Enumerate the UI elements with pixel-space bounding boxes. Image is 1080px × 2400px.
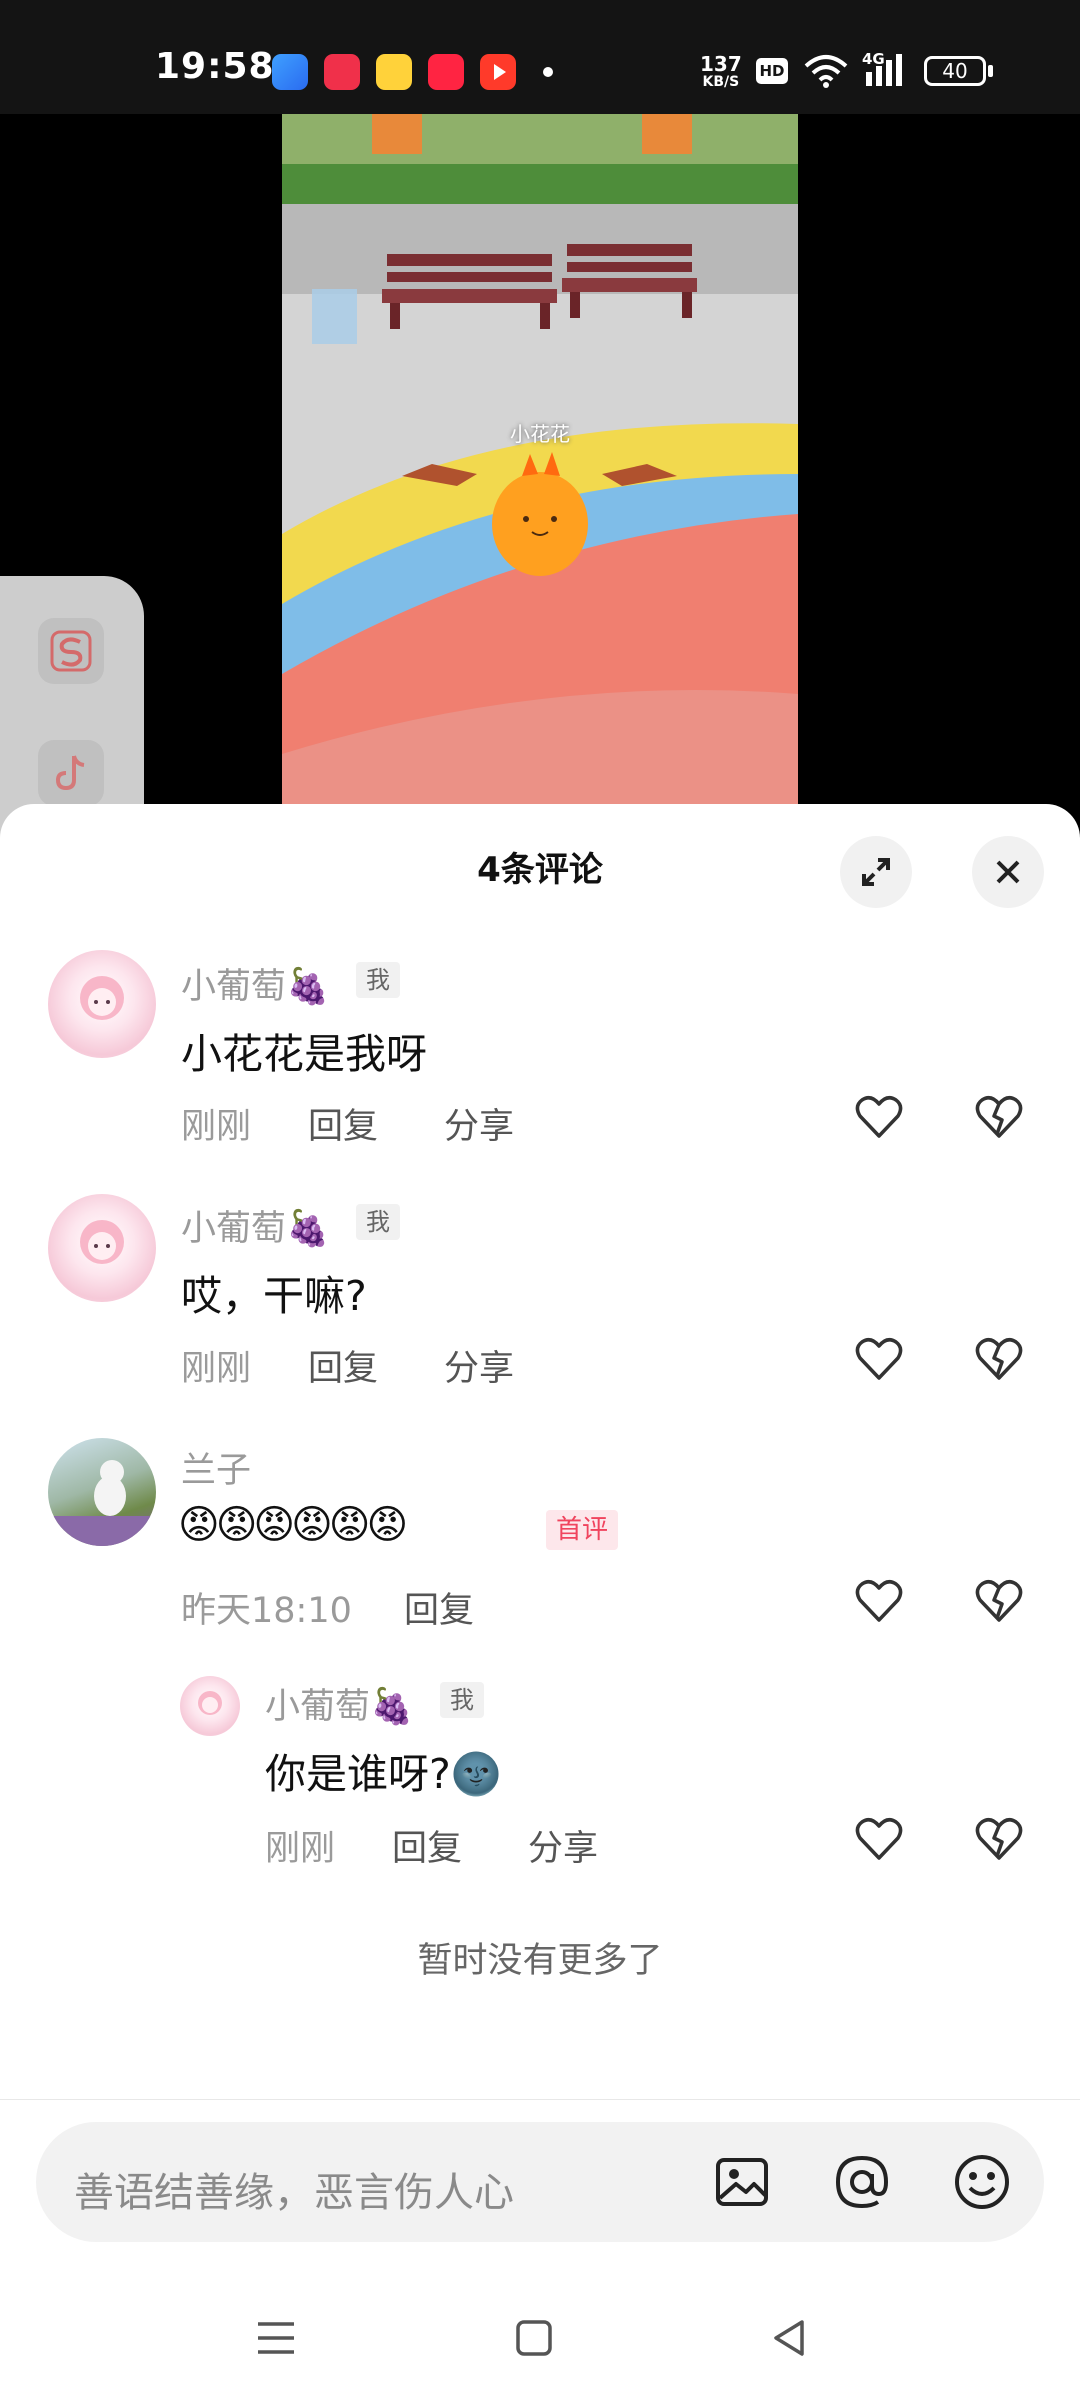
character-name-label: 小花花 bbox=[510, 422, 570, 446]
expand-icon bbox=[862, 858, 890, 886]
comment-text[interactable]: 哎，干嘛? bbox=[181, 1262, 367, 1322]
xiaohongshu-icon bbox=[428, 54, 464, 90]
share-button[interactable]: 分享 bbox=[444, 1340, 514, 1391]
signal-icon: 4G bbox=[860, 50, 908, 90]
app-shortcut-s[interactable] bbox=[38, 618, 104, 684]
reply-button[interactable]: 回复 bbox=[392, 1820, 462, 1871]
comment-username[interactable]: 小葡萄🍇 bbox=[181, 958, 330, 1009]
like-heart-icon[interactable] bbox=[852, 1332, 906, 1386]
status-time: 19:58 bbox=[155, 46, 275, 87]
avatar[interactable] bbox=[48, 1438, 156, 1546]
comment-time: 刚刚 bbox=[181, 1349, 252, 1389]
share-button[interactable]: 分享 bbox=[444, 1098, 514, 1149]
comment-text[interactable]: 你是谁呀?🌚 bbox=[265, 1740, 502, 1800]
comment-username[interactable]: 兰子 bbox=[181, 1442, 251, 1493]
s-logo-icon bbox=[50, 630, 92, 672]
me-tag: 我 bbox=[356, 1204, 400, 1240]
mention-at-icon[interactable] bbox=[832, 2152, 892, 2212]
comment-time: 刚刚 bbox=[181, 1107, 252, 1147]
wifi-icon bbox=[804, 55, 848, 88]
like-heart-icon[interactable] bbox=[852, 1574, 906, 1628]
avatar[interactable] bbox=[48, 950, 156, 1058]
avatar[interactable] bbox=[180, 1676, 240, 1736]
video-app-icon bbox=[480, 54, 516, 90]
emoji-icon[interactable] bbox=[952, 2152, 1012, 2212]
reply-button[interactable]: 回复 bbox=[308, 1340, 378, 1391]
me-tag: 我 bbox=[440, 1682, 484, 1718]
reply-button[interactable]: 回复 bbox=[404, 1582, 474, 1633]
battery-icon: 40 bbox=[924, 56, 986, 86]
no-more-comments: 暂时没有更多了 bbox=[417, 1941, 663, 1981]
comment-time: 刚刚 bbox=[265, 1829, 336, 1869]
comment-input-placeholder: 善语结善缘，恶言伤人心 bbox=[74, 2170, 514, 2216]
dislike-broken-heart-icon[interactable] bbox=[972, 1812, 1026, 1866]
comment-text[interactable]: 小花花是我呀 bbox=[181, 1020, 427, 1080]
dislike-broken-heart-icon[interactable] bbox=[972, 1090, 1026, 1144]
app-notification-icon bbox=[272, 54, 308, 90]
home-nav-icon[interactable] bbox=[510, 2314, 558, 2362]
dislike-broken-heart-icon[interactable] bbox=[972, 1332, 1026, 1386]
comment-username[interactable]: 小葡萄🍇 bbox=[265, 1678, 414, 1729]
music-app-icon bbox=[324, 54, 360, 90]
app-shortcut-tiktok[interactable] bbox=[38, 740, 104, 806]
back-nav-icon[interactable] bbox=[766, 2314, 814, 2362]
shopping-app-icon bbox=[376, 54, 412, 90]
share-button[interactable]: 分享 bbox=[528, 1820, 598, 1871]
menu-nav-icon[interactable] bbox=[252, 2314, 300, 2362]
first-comment-tag: 首评 bbox=[546, 1510, 619, 1550]
like-heart-icon[interactable] bbox=[852, 1812, 906, 1866]
reply-button[interactable]: 回复 bbox=[308, 1098, 378, 1149]
expand-button[interactable] bbox=[840, 836, 912, 908]
comments-title: 4条评论 bbox=[477, 850, 603, 890]
comment-username[interactable]: 小葡萄🍇 bbox=[181, 1200, 330, 1251]
close-button[interactable] bbox=[972, 836, 1044, 908]
comment-input[interactable]: 善语结善缘，恶言伤人心 bbox=[36, 2122, 1044, 2242]
video-player[interactable]: 小花花 bbox=[0, 114, 1080, 804]
dislike-broken-heart-icon[interactable] bbox=[972, 1574, 1026, 1628]
close-icon bbox=[996, 860, 1020, 884]
tiktok-icon bbox=[55, 755, 85, 791]
hd-icon: HD bbox=[756, 58, 788, 84]
avatar[interactable] bbox=[48, 1194, 156, 1302]
more-notifications-dot bbox=[543, 67, 553, 77]
comment-text[interactable]: 😡😡😡😡😡😡 bbox=[178, 1502, 408, 1548]
network-speed: 137 KB/S bbox=[700, 52, 742, 90]
comment-time: 昨天18:10 bbox=[181, 1591, 352, 1631]
game-scene: 小花花 bbox=[282, 114, 798, 804]
me-tag: 我 bbox=[356, 962, 400, 998]
input-divider bbox=[0, 2099, 1080, 2100]
status-bar: 19:58 137 KB/S HD 4G 40 bbox=[0, 0, 1080, 114]
comments-sheet: 4条评论 小葡萄🍇 我 小花花是我呀 刚刚 回复 分享 小葡萄🍇 我 哎，干嘛?… bbox=[0, 804, 1080, 2400]
image-icon[interactable] bbox=[712, 2152, 772, 2212]
like-heart-icon[interactable] bbox=[852, 1090, 906, 1144]
